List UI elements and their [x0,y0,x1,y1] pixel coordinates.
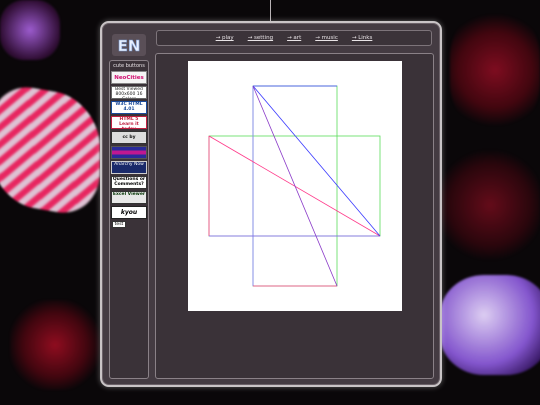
diagonal-blue [252,85,381,237]
window-hang-line [270,0,271,21]
sidebar: cute buttons NeoCities Best Viewed 800x6… [109,60,149,379]
nav-play[interactable]: → play [216,35,234,41]
site-logo[interactable]: EN [112,34,146,56]
purple-stripe-badge[interactable] [111,146,147,159]
excel-viewer-badge[interactable]: Excel Viewer [111,191,147,204]
nav-art[interactable]: → art [287,35,301,41]
anarchy-badge[interactable]: Anarchy Now [111,161,147,174]
nav-music[interactable]: → music [315,35,338,41]
neocities-badge[interactable]: NeoCities [111,71,147,84]
diagonal-red [208,135,381,237]
nav-setting[interactable]: → setting [248,35,273,41]
line-drawing [208,85,381,287]
html5-badge[interactable]: HTML 5 Learn it today [111,116,147,129]
main-window: EN → play → setting → art → music → Link… [100,21,442,387]
nav-links[interactable]: → Links [352,35,373,41]
main-panel [155,53,434,379]
test-badge[interactable]: test [112,221,126,228]
drawing-canvas[interactable] [188,61,402,311]
logo-text: EN [118,37,141,55]
kyou-badge[interactable]: kyou [111,206,147,219]
creative-commons-badge[interactable]: cc by [111,131,147,144]
resolution-badge[interactable]: Best Viewed 800x600 16 Colors [111,86,147,99]
top-nav: → play → setting → art → music → Links [156,30,432,46]
diagonal-violet [252,85,338,287]
w3c-html-badge[interactable]: W3C HTML 4.01 [111,101,147,114]
sidebar-title: cute buttons [113,63,145,69]
questions-badge[interactable]: Questions or Comments? [111,176,147,189]
